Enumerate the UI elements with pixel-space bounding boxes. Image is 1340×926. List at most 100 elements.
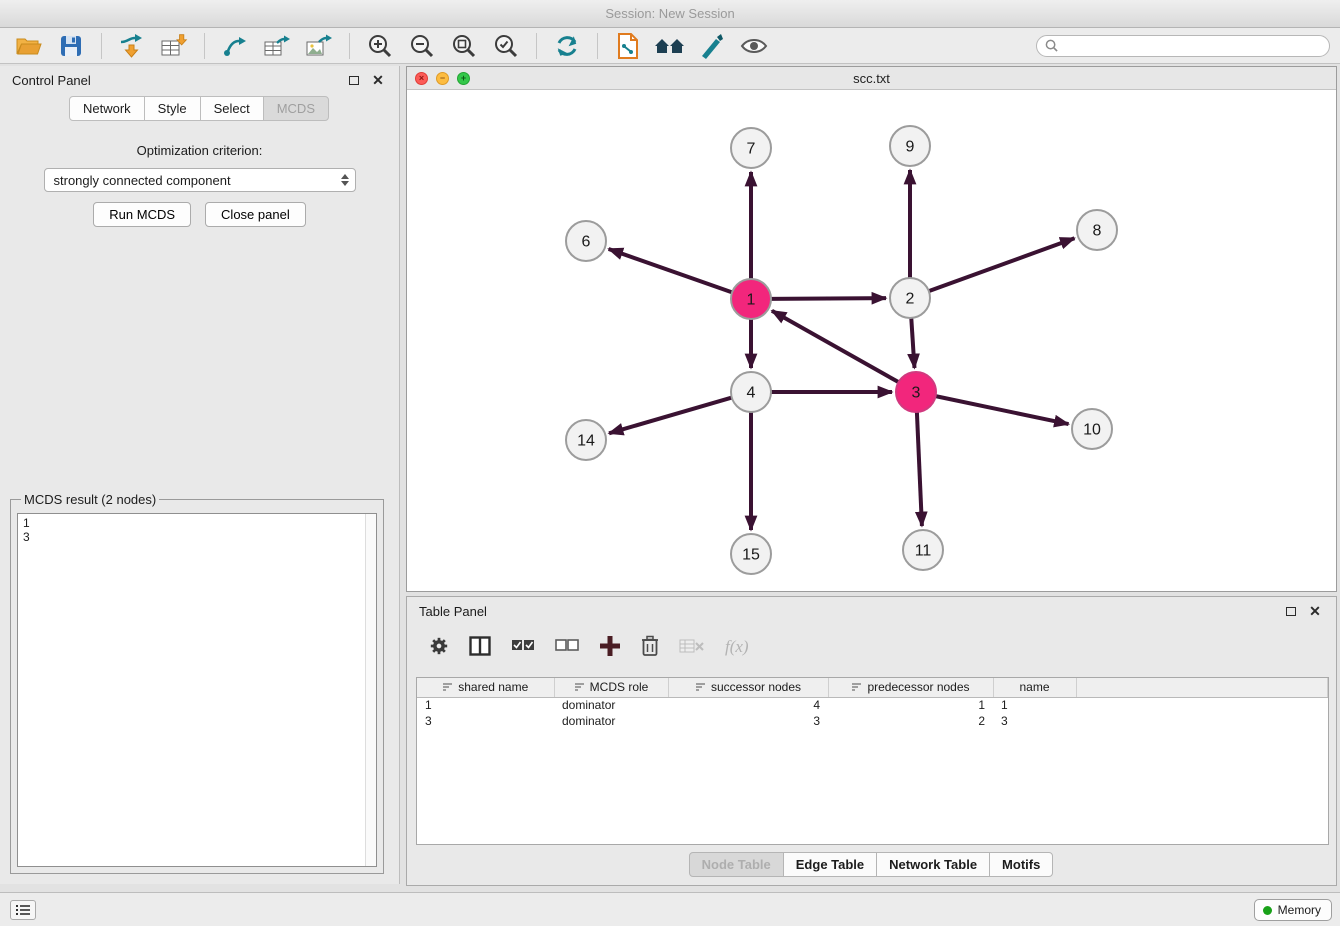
zoom-selected-button[interactable] xyxy=(487,31,525,61)
gear-icon xyxy=(429,636,449,656)
edge-2-8[interactable] xyxy=(929,238,1075,291)
table-header-row: shared name MCDS role successor nodes pr… xyxy=(417,678,1328,697)
sort-icon xyxy=(851,682,862,692)
show-column-button[interactable] xyxy=(469,636,491,659)
edge-2-3[interactable] xyxy=(911,318,914,368)
tab-network[interactable]: Network xyxy=(69,96,145,121)
search-input[interactable] xyxy=(1063,39,1321,53)
import-network-button[interactable] xyxy=(113,31,151,61)
network-canvas[interactable]: 7968124314101511 xyxy=(407,90,1336,591)
export-network-button[interactable] xyxy=(216,31,254,61)
unselect-all-columns-button[interactable] xyxy=(555,637,579,658)
column-header-mcds-role[interactable]: MCDS role xyxy=(554,678,668,697)
node-label: 4 xyxy=(747,385,756,402)
mcds-result-list[interactable]: 1 3 xyxy=(17,513,377,867)
table-toolbar: f(x) xyxy=(407,625,1336,667)
node-label: 15 xyxy=(742,547,760,564)
column-header-predecessor-nodes[interactable]: predecessor nodes xyxy=(828,678,993,697)
float-panel-button[interactable] xyxy=(345,71,363,89)
close-icon: ✕ xyxy=(372,73,384,87)
task-history-button[interactable] xyxy=(10,900,36,920)
ndex-home-icon xyxy=(653,34,687,58)
table-settings-button[interactable] xyxy=(429,636,449,659)
table-cell: 2 xyxy=(828,713,993,729)
result-scrollbar[interactable] xyxy=(365,514,376,866)
table-row[interactable]: 3dominator323 xyxy=(417,713,1328,729)
delete-table-icon xyxy=(679,637,705,655)
create-column-button[interactable] xyxy=(599,635,621,660)
close-table-panel-button[interactable]: ✕ xyxy=(1306,602,1324,620)
window-title: Session: New Session xyxy=(605,6,734,21)
tab-select[interactable]: Select xyxy=(200,96,264,121)
optimization-criterion-label: Optimization criterion: xyxy=(0,143,399,158)
edge-4-14[interactable] xyxy=(609,398,732,434)
tab-node-table[interactable]: Node Table xyxy=(689,852,784,877)
table-cell: 3 xyxy=(993,713,1076,729)
function-builder-button[interactable]: f(x) xyxy=(725,637,749,657)
toolbar-separator xyxy=(101,33,102,59)
export-table-button[interactable] xyxy=(258,31,296,61)
float-table-panel-button[interactable] xyxy=(1282,602,1300,620)
edge-1-2[interactable] xyxy=(771,298,886,299)
trash-icon xyxy=(641,635,659,657)
table-cell: 1 xyxy=(417,697,554,713)
task-list-icon xyxy=(15,904,31,916)
run-mcds-button[interactable]: Run MCDS xyxy=(93,202,191,227)
select-all-columns-button[interactable] xyxy=(511,637,535,658)
zoom-fit-button[interactable] xyxy=(445,31,483,61)
zoom-in-button[interactable] xyxy=(361,31,399,61)
clone-network-button[interactable] xyxy=(609,31,647,61)
eye-button[interactable] xyxy=(735,31,773,61)
node-label: 14 xyxy=(577,433,595,450)
optimization-criterion-select[interactable]: strongly connected component xyxy=(44,168,356,192)
layout-refresh-button[interactable] xyxy=(548,31,586,61)
column-header-successor-nodes[interactable]: successor nodes xyxy=(668,678,828,697)
ndex-button[interactable] xyxy=(651,31,689,61)
node-label: 8 xyxy=(1093,223,1102,240)
column-header-name[interactable]: name xyxy=(993,678,1076,697)
mcds-result-group: MCDS result (2 nodes) 1 3 xyxy=(10,492,384,874)
style-wand-button[interactable] xyxy=(693,31,731,61)
edge-3-10[interactable] xyxy=(936,396,1069,424)
plus-icon xyxy=(599,635,621,657)
select-value: strongly connected component xyxy=(54,173,231,188)
refresh-icon xyxy=(554,33,580,59)
node-label: 11 xyxy=(915,543,932,560)
column-header-shared-name[interactable]: shared name xyxy=(417,678,554,697)
edge-1-6[interactable] xyxy=(609,249,732,292)
open-session-button[interactable] xyxy=(10,31,48,61)
save-session-button[interactable] xyxy=(52,31,90,61)
zoom-in-icon xyxy=(367,33,393,59)
network-window-title: scc.txt xyxy=(407,71,1336,86)
toolbar-separator xyxy=(536,33,537,59)
network-window-titlebar[interactable]: scc.txt × − + xyxy=(407,67,1336,90)
delete-column-button[interactable] xyxy=(641,635,659,660)
eye-icon xyxy=(740,35,768,57)
float-icon xyxy=(1286,607,1296,616)
import-table-button[interactable] xyxy=(155,31,193,61)
table-cell: 4 xyxy=(668,697,828,713)
table-cell: dominator xyxy=(554,713,668,729)
node-label: 6 xyxy=(582,234,591,251)
node-table: shared name MCDS role successor nodes pr… xyxy=(416,677,1329,845)
status-bar: Memory xyxy=(0,892,1340,926)
memory-button[interactable]: Memory xyxy=(1254,899,1332,921)
search-icon xyxy=(1045,39,1058,52)
table-row[interactable]: 1dominator411 xyxy=(417,697,1328,713)
tab-edge-table[interactable]: Edge Table xyxy=(783,852,877,877)
tab-network-table[interactable]: Network Table xyxy=(876,852,990,877)
tab-style[interactable]: Style xyxy=(144,96,201,121)
edge-3-1[interactable] xyxy=(772,311,899,382)
control-panel-title: Control Panel xyxy=(12,73,91,88)
close-panel-button[interactable]: ✕ xyxy=(369,71,387,89)
tab-mcds[interactable]: MCDS xyxy=(263,96,329,121)
close-mcds-panel-button[interactable]: Close panel xyxy=(205,202,306,227)
edge-3-11[interactable] xyxy=(917,412,922,526)
table-panel-title: Table Panel xyxy=(419,604,487,619)
delete-table-button[interactable] xyxy=(679,637,705,658)
search-box xyxy=(1036,35,1330,57)
export-image-button[interactable] xyxy=(300,31,338,61)
table-cell-filler xyxy=(1076,697,1328,713)
zoom-out-button[interactable] xyxy=(403,31,441,61)
tab-motifs[interactable]: Motifs xyxy=(989,852,1053,877)
